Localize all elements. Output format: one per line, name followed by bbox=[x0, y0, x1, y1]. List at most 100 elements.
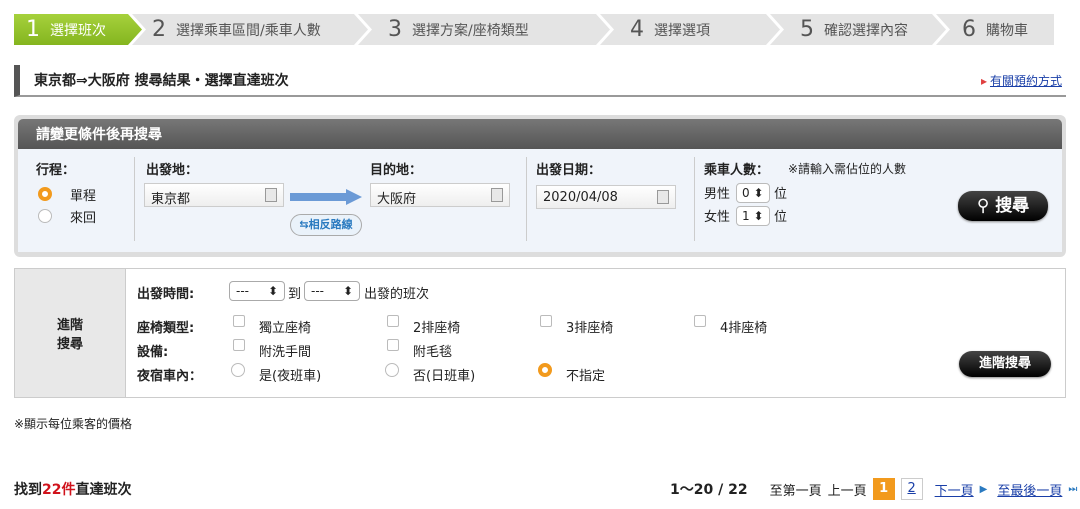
from-value: 東京都 bbox=[151, 192, 191, 207]
seat-type-label: 座椅類型: bbox=[137, 321, 195, 336]
step-label: 選擇方案/座椅類型 bbox=[412, 22, 529, 39]
found-suffix: 直達班次 bbox=[75, 482, 132, 498]
results-count: 找到22件直達班次 bbox=[14, 479, 131, 499]
seat-checkbox[interactable] bbox=[387, 315, 399, 327]
overnight-label: 夜宿車內： bbox=[137, 369, 203, 384]
time-to-select[interactable]: --- ⬍ bbox=[304, 281, 360, 301]
to-input[interactable]: 大阪府 bbox=[370, 183, 510, 207]
to-label: 目的地： bbox=[370, 163, 423, 178]
search-icon: ⚲ bbox=[976, 196, 990, 216]
from-input[interactable]: 東京都 bbox=[144, 183, 284, 207]
to-value: 大阪府 bbox=[377, 192, 417, 207]
passengers-note: ※請輸入需佔位的人數 bbox=[788, 162, 907, 176]
female-count-value: 1 bbox=[742, 209, 750, 223]
male-count-value: 0 bbox=[742, 186, 750, 200]
equipment-checkbox[interactable] bbox=[233, 339, 245, 351]
step-label: 選擇乘車區間/乘車人數 bbox=[176, 22, 321, 39]
last-page-link[interactable]: 至最後一頁 bbox=[997, 480, 1062, 499]
step-number: 4 bbox=[630, 17, 644, 42]
page-title: 東京都⇒大阪府 搜尋結果・選擇直達班次 bbox=[14, 65, 1066, 97]
advanced-search-panel: 進階 搜尋 出發時間: --- ⬍ 到 --- ⬍ 出發的班次 座椅類型: 獨立座… bbox=[14, 268, 1066, 398]
from-label: 出發地： bbox=[146, 163, 199, 178]
how-to-book-link[interactable]: 有關預約方式 bbox=[981, 72, 1062, 89]
time-label: 出發時間: bbox=[137, 287, 195, 302]
step-6: 6 購物車 bbox=[936, 14, 1054, 45]
list-icon[interactable] bbox=[491, 188, 503, 202]
overnight-no-radio[interactable] bbox=[385, 363, 399, 377]
reverse-route-button[interactable]: ⇆相反路線 bbox=[290, 214, 362, 236]
female-label: 女性 bbox=[704, 210, 731, 225]
trip-label: 行程： bbox=[36, 163, 76, 178]
equipment-option: 附毛毯 bbox=[413, 345, 453, 360]
time-suffix: 出發的班次 bbox=[364, 287, 430, 302]
overnight-yes-radio[interactable] bbox=[231, 363, 245, 377]
next-page-link[interactable]: 下一頁 bbox=[935, 480, 974, 499]
direction-arrow-icon bbox=[290, 189, 362, 205]
seat-option: 3排座椅 bbox=[566, 321, 614, 336]
round-trip-radio[interactable] bbox=[38, 209, 52, 223]
step-label: 確認選擇內容 bbox=[824, 22, 908, 39]
seat-checkbox[interactable] bbox=[233, 315, 245, 327]
seat-option: 2排座椅 bbox=[413, 321, 461, 336]
next-arrow-icon: ▶ bbox=[979, 483, 988, 495]
equipment-checkbox[interactable] bbox=[387, 339, 399, 351]
step-4: 4 選擇選項 bbox=[600, 14, 780, 45]
round-trip-label: 來回 bbox=[70, 211, 97, 226]
female-count-select[interactable]: 1 ⬍ bbox=[736, 206, 770, 226]
time-from-select[interactable]: --- ⬍ bbox=[229, 281, 285, 301]
date-value: 2020/04/08 bbox=[543, 190, 618, 205]
advanced-title-line1: 進階 bbox=[56, 318, 83, 333]
step-1: 1 選擇班次 bbox=[14, 14, 142, 45]
male-count-select[interactable]: 0 ⬍ bbox=[736, 183, 770, 203]
advanced-title-line2: 搜尋 bbox=[56, 337, 83, 352]
seat-checkbox[interactable] bbox=[540, 315, 552, 327]
step-5: 5 確認選擇內容 bbox=[770, 14, 946, 45]
date-label: 出發日期： bbox=[536, 163, 602, 178]
step-2: 2 選擇乘車區間/乘車人數 bbox=[132, 14, 368, 45]
step-number: 5 bbox=[800, 17, 814, 42]
step-label: 選擇選項 bbox=[654, 22, 710, 39]
seat-option: 獨立座椅 bbox=[259, 321, 312, 336]
overnight-any-radio[interactable] bbox=[538, 363, 552, 377]
step-3: 3 選擇方案/座椅類型 bbox=[358, 14, 610, 45]
reverse-route-label: 相反路線 bbox=[308, 218, 353, 231]
prev-page-text: 上一頁 bbox=[827, 483, 867, 499]
advanced-search-button[interactable]: 進階搜尋 bbox=[959, 351, 1051, 377]
found-count: 22件 bbox=[42, 482, 76, 498]
male-unit: 位 bbox=[774, 187, 788, 202]
male-label: 男性 bbox=[704, 187, 731, 202]
equipment-option: 附洗手間 bbox=[259, 345, 312, 360]
step-label: 購物車 bbox=[986, 22, 1028, 39]
one-way-radio[interactable] bbox=[38, 187, 52, 201]
time-to-value: --- bbox=[311, 284, 324, 298]
list-icon[interactable] bbox=[265, 188, 277, 202]
last-page-icon: ⏭ bbox=[1068, 483, 1078, 495]
advanced-search-title: 進階 搜尋 bbox=[15, 269, 126, 397]
search-button[interactable]: ⚲ 搜尋 bbox=[958, 191, 1048, 221]
seat-checkbox[interactable] bbox=[694, 315, 706, 327]
search-button-label: 搜尋 bbox=[995, 196, 1030, 216]
female-unit: 位 bbox=[774, 210, 788, 225]
time-from-value: --- bbox=[236, 284, 249, 298]
overnight-option: 否(日班車) bbox=[413, 369, 476, 384]
calendar-icon[interactable] bbox=[657, 190, 669, 204]
step-label: 選擇班次 bbox=[50, 22, 106, 39]
step-number: 2 bbox=[152, 17, 166, 42]
page-1-current: 1 bbox=[872, 478, 895, 500]
page-2-link[interactable]: 2 bbox=[900, 478, 923, 500]
search-panel-header: 請變更條件後再搜尋 bbox=[18, 119, 1062, 149]
to-text: 到 bbox=[288, 287, 302, 302]
search-panel: 請變更條件後再搜尋 行程： 單程 來回 出發地： 東京都 ⇆相反路線 目的地： … bbox=[14, 115, 1066, 257]
price-note: ※顯示每位乘客的價格 bbox=[14, 417, 133, 431]
pagination: 1〜20 / 22 至第一頁 上一頁 1 2 下一頁 ▶ 至最後一頁 ⏭ bbox=[670, 478, 1077, 500]
found-prefix: 找到 bbox=[14, 482, 42, 498]
equipment-label: 設備: bbox=[137, 345, 169, 360]
step-number: 3 bbox=[388, 17, 402, 42]
passengers-label: 乘車人數： bbox=[704, 163, 770, 178]
result-range: 1〜20 / 22 bbox=[670, 482, 748, 498]
one-way-label: 單程 bbox=[70, 189, 97, 204]
step-number: 1 bbox=[26, 17, 40, 42]
date-input[interactable]: 2020/04/08 bbox=[536, 185, 676, 209]
seat-option: 4排座椅 bbox=[720, 321, 768, 336]
overnight-option: 不指定 bbox=[566, 369, 606, 384]
